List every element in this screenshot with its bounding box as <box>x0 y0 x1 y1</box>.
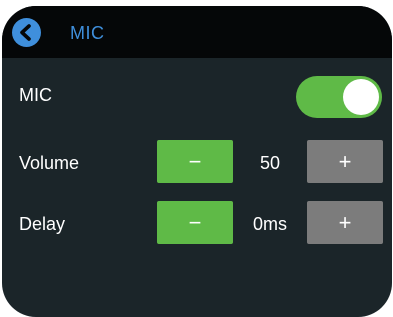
delay-value: 0ms <box>252 214 287 234</box>
header-bar: MIC <box>2 6 392 58</box>
delay-increase-button[interactable]: + <box>307 201 383 244</box>
delay-decrease-button[interactable]: − <box>157 201 233 244</box>
mic-label: MIC <box>19 85 52 105</box>
chevron-left-icon <box>20 24 31 41</box>
toggle-knob <box>343 79 379 115</box>
mic-toggle[interactable] <box>296 76 382 118</box>
delay-label: Delay <box>19 214 66 234</box>
back-button[interactable] <box>12 18 41 47</box>
page-title: MIC <box>70 23 105 43</box>
volume-value: 50 <box>259 153 281 173</box>
volume-label: Volume <box>19 153 80 173</box>
volume-increase-button[interactable]: + <box>307 140 383 183</box>
volume-decrease-button[interactable]: − <box>157 140 233 183</box>
mic-settings-screen: MIC MIC Volume − 50 + Delay − 0ms + <box>2 6 392 317</box>
